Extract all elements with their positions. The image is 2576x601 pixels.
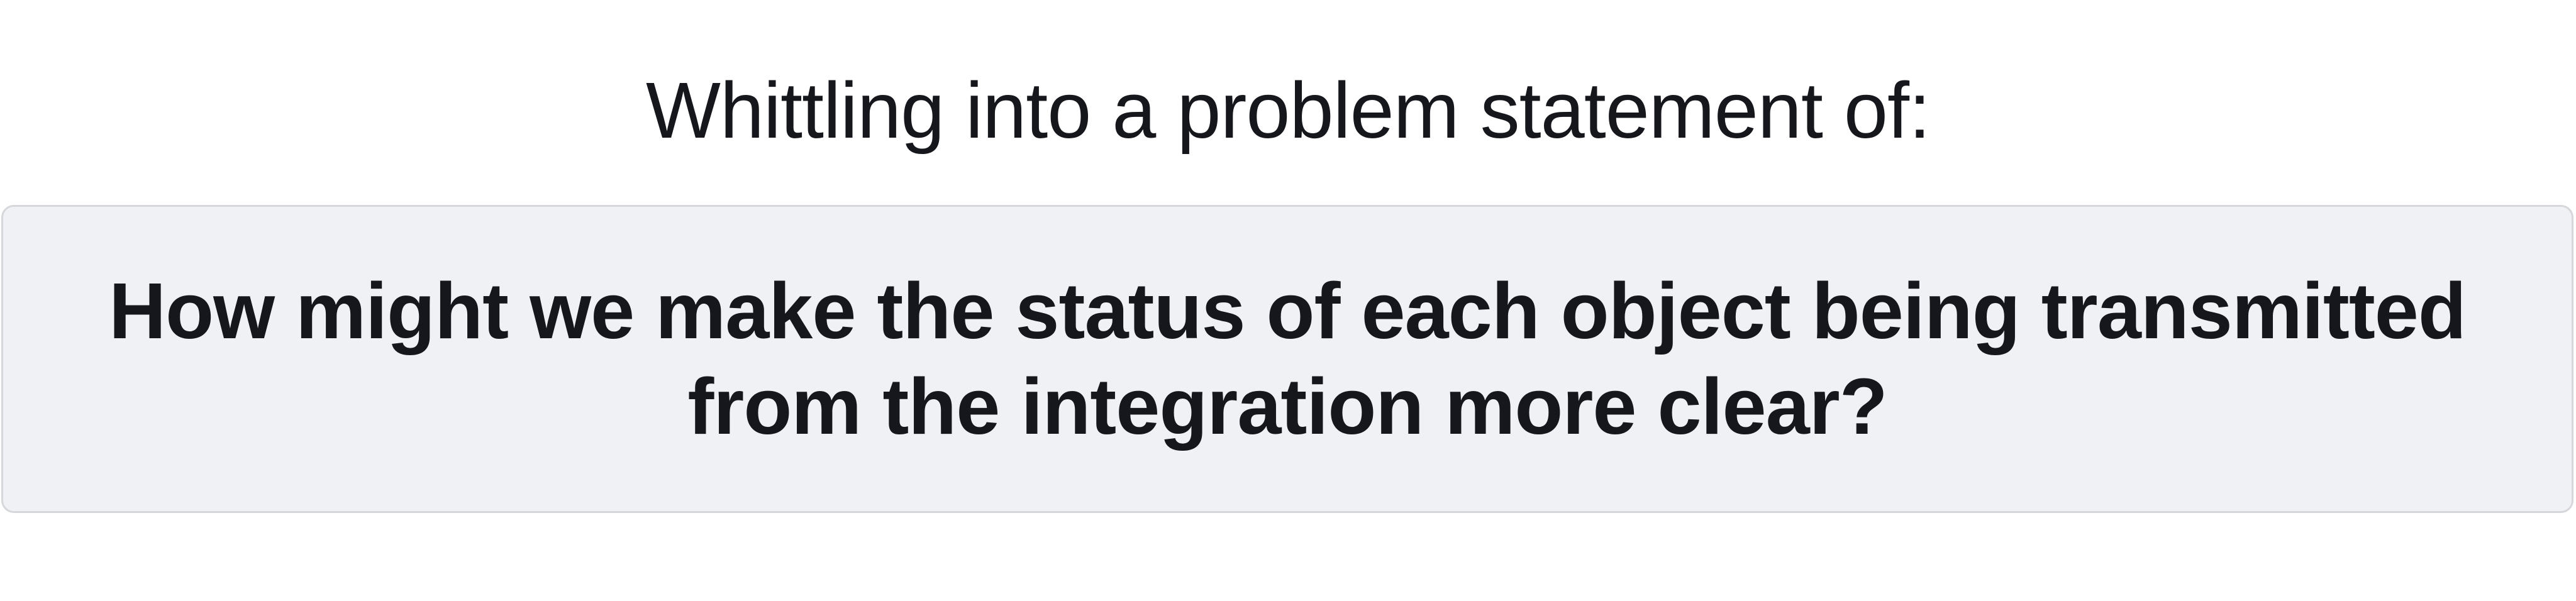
intro-heading: Whittling into a problem statement of: [646, 66, 1931, 155]
slide: Whittling into a problem statement of: H… [0, 0, 2576, 601]
problem-statement-box: How might we make the status of each obj… [1, 205, 2573, 513]
problem-statement-text: How might we make the status of each obj… [109, 267, 2467, 451]
